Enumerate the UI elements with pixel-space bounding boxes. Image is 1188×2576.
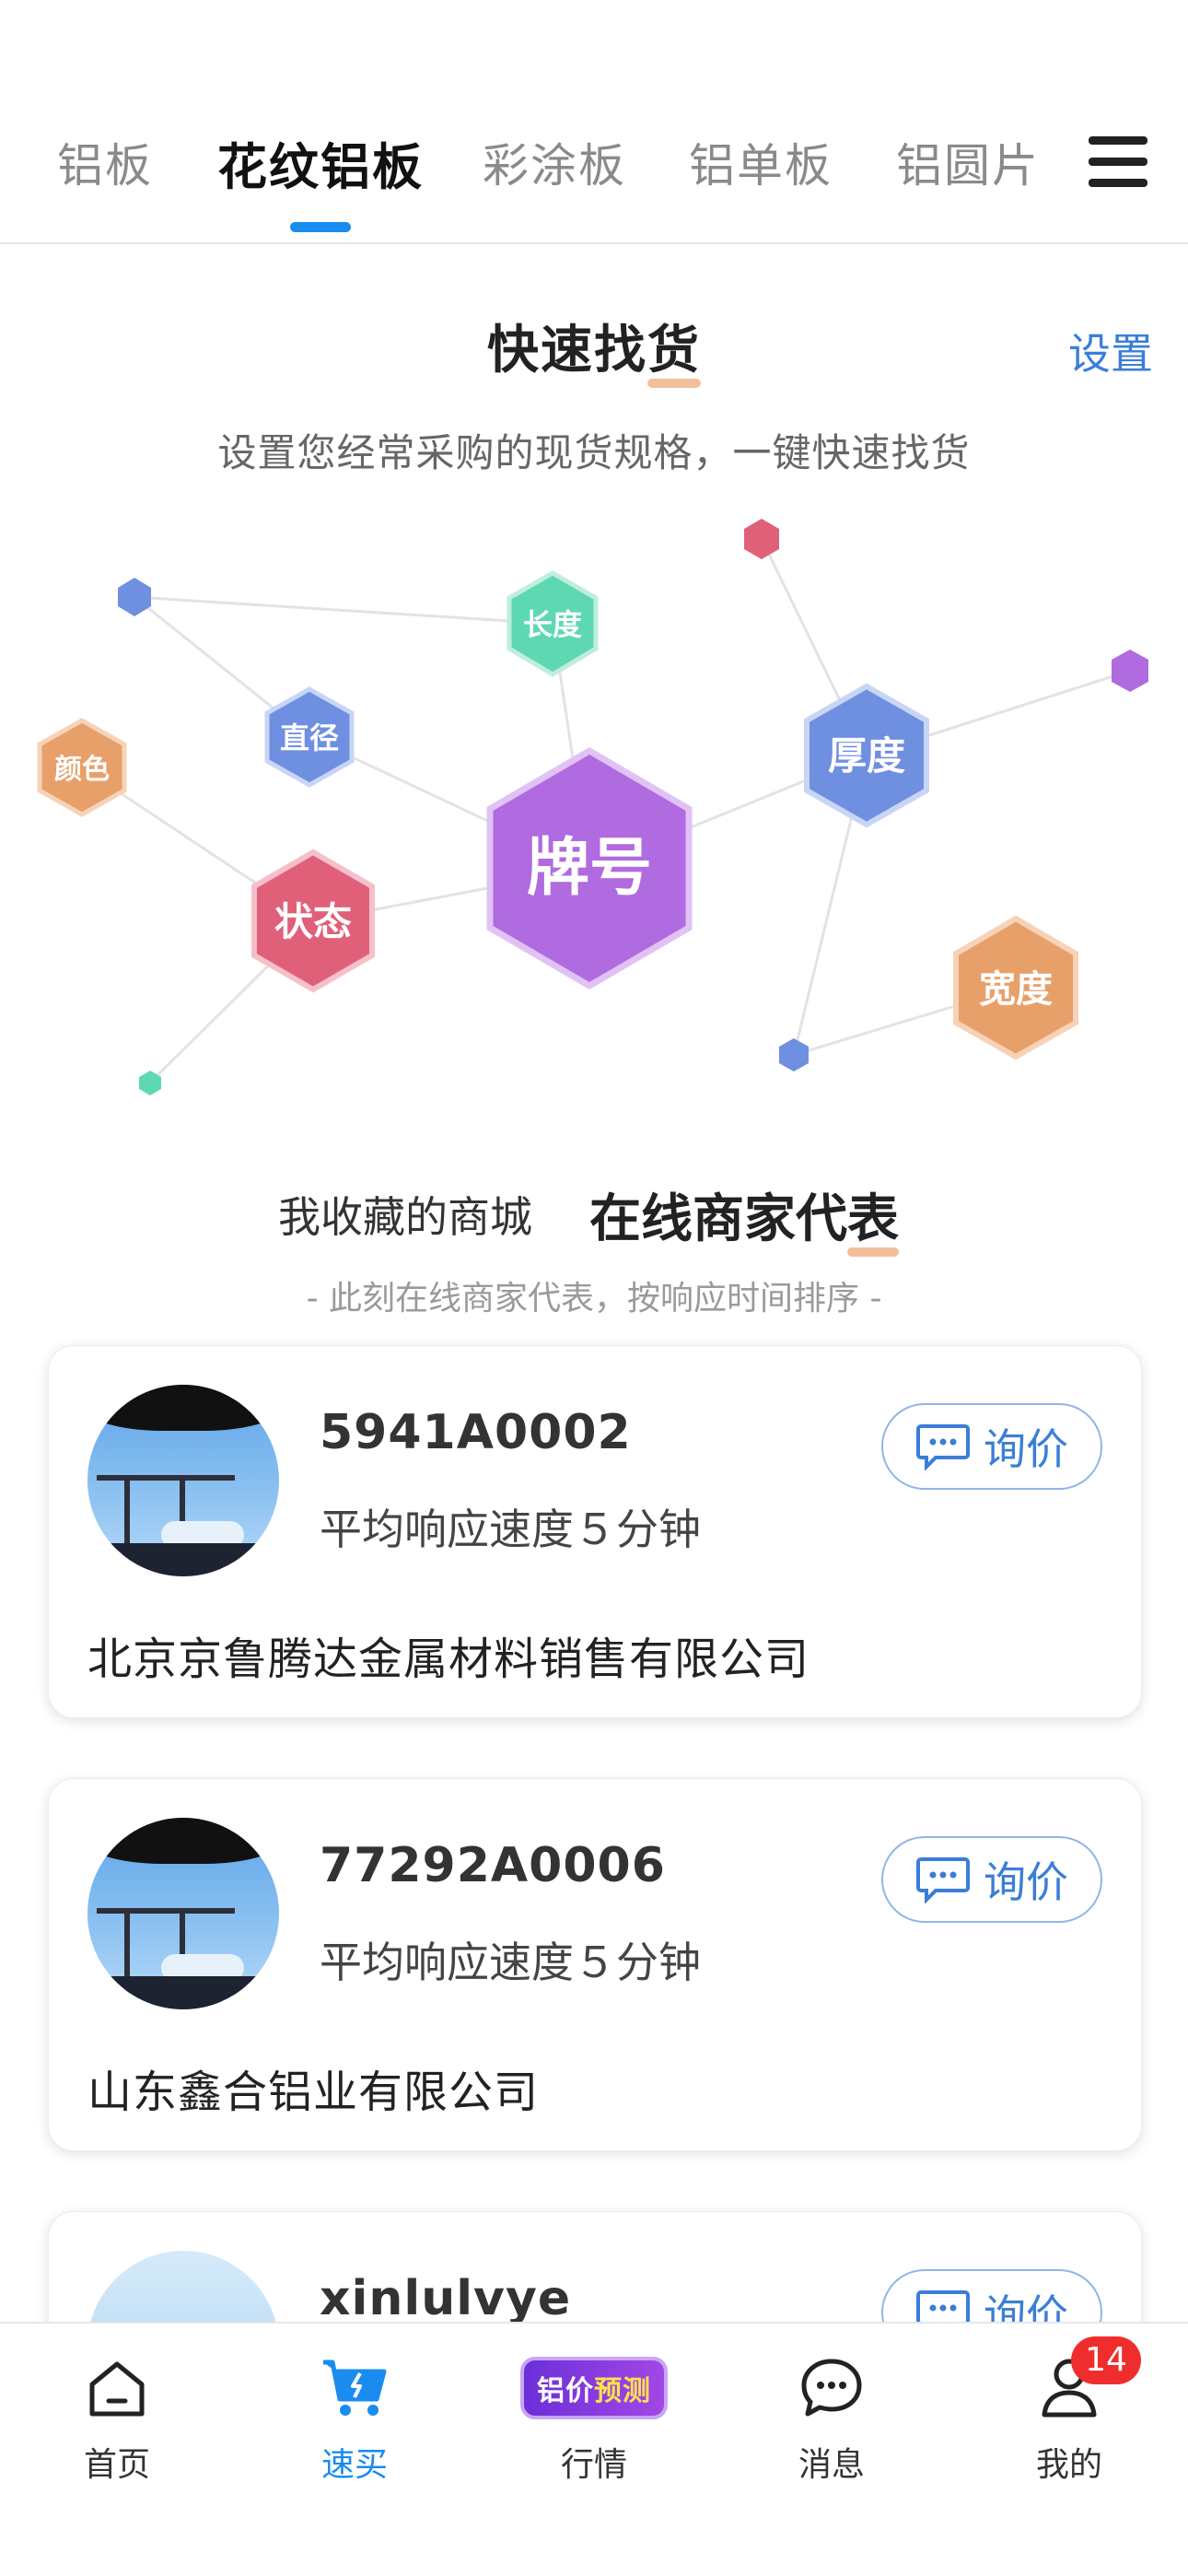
tab-aluminum-single-plate[interactable]: 铝单板 bbox=[689, 129, 833, 195]
svg-text:牌号: 牌号 bbox=[527, 832, 652, 905]
merchant-card[interactable]: 5941A0002 平均响应速度５分钟 询价 北京京鲁腾达金属材料销售有限公司 bbox=[48, 1345, 1142, 1718]
inquiry-label: 询价 bbox=[984, 1857, 1068, 1907]
price-forecast-badge: 铝价预测 bbox=[520, 2357, 668, 2419]
merchant-name: xinlulvye bbox=[320, 2271, 572, 2326]
avatar bbox=[87, 1385, 279, 1576]
svg-text:颜色: 颜色 bbox=[54, 754, 110, 786]
nav-quick-buy-label: 速买 bbox=[320, 2446, 388, 2484]
merchants-subtitle: - 此刻在线商家代表，按响应时间排序 - bbox=[306, 1280, 882, 1317]
inquiry-label: 询价 bbox=[984, 1424, 1068, 1474]
tab-patterned-aluminum-plate[interactable]: 花纹铝板 bbox=[217, 126, 424, 232]
active-tab-indicator bbox=[290, 222, 351, 232]
spec-graph[interactable]: 长度 直径 颜色 状态 牌号 厚度 宽度 bbox=[0, 502, 1188, 1129]
quick-find-title-text: 快速找 bbox=[487, 321, 647, 381]
merchant-response-speed: 平均响应速度５分钟 bbox=[320, 1505, 701, 1554]
bottom-nav: 首页 速买 铝价预测 行情 消息 14 我的 bbox=[0, 2322, 1188, 2576]
nav-quick-buy[interactable]: 速买 bbox=[262, 2342, 447, 2486]
category-tab-bar: 铝板 花纹铝板 彩涂板 铝单板 铝圆片 bbox=[0, 0, 1188, 244]
message-icon bbox=[801, 2359, 862, 2417]
merchant-name: 77292A0006 bbox=[320, 1838, 666, 1893]
nav-mine-label: 我的 bbox=[1035, 2446, 1102, 2484]
nav-mine[interactable]: 14 我的 bbox=[977, 2336, 1161, 2486]
svg-text:状态: 状态 bbox=[274, 899, 352, 944]
tab-label: 花纹铝板 bbox=[217, 138, 424, 196]
graph-dot bbox=[744, 519, 779, 559]
price-forecast-text-b: 预测 bbox=[594, 2375, 651, 2407]
spec-node-color[interactable]: 颜色 bbox=[37, 718, 127, 817]
quick-find-settings-link[interactable]: 设置 bbox=[1068, 321, 1153, 381]
category-tabs: 铝板 花纹铝板 彩涂板 铝单板 铝圆片 bbox=[0, 126, 1188, 232]
chat-bubble-icon bbox=[916, 1424, 970, 1470]
inquiry-button[interactable]: 询价 bbox=[881, 1403, 1102, 1490]
tab-aluminum-disc[interactable]: 铝圆片 bbox=[896, 129, 1040, 195]
tab-online-merchants[interactable]: 在线商家代表 bbox=[589, 1177, 899, 1252]
spec-node-thickness[interactable]: 厚度 bbox=[804, 683, 929, 828]
graph-dot bbox=[118, 578, 151, 616]
tab-aluminum-plate[interactable]: 铝板 bbox=[57, 129, 153, 195]
tab-color-coated-plate[interactable]: 彩涂板 bbox=[483, 129, 626, 195]
hamburger-menu-icon[interactable] bbox=[1089, 136, 1147, 188]
tab-favorite-malls[interactable]: 我收藏的商城 bbox=[278, 1184, 532, 1245]
spec-node-state[interactable]: 状态 bbox=[251, 849, 375, 993]
merchant-name: 5941A0002 bbox=[320, 1405, 632, 1460]
shopping-cart-icon bbox=[323, 2359, 387, 2416]
merchant-response-speed: 平均响应速度５分钟 bbox=[320, 1938, 701, 1987]
home-icon bbox=[89, 2361, 145, 2417]
notification-count-badge: 14 bbox=[1071, 2336, 1141, 2384]
nav-market[interactable]: 铝价预测 行情 bbox=[502, 2342, 686, 2486]
nav-messages[interactable]: 消息 bbox=[740, 2342, 924, 2486]
nav-home-label: 首页 bbox=[83, 2446, 150, 2484]
merchant-company: 山东鑫合铝业有限公司 bbox=[87, 2067, 540, 2118]
svg-text:厚度: 厚度 bbox=[828, 733, 905, 779]
nav-messages-label: 消息 bbox=[798, 2446, 865, 2484]
svg-text:直径: 直径 bbox=[280, 720, 339, 755]
spec-node-length[interactable]: 长度 bbox=[507, 570, 599, 677]
chat-bubble-icon bbox=[916, 1857, 970, 1903]
graph-dot bbox=[779, 1038, 809, 1071]
merchant-card[interactable]: 77292A0006 平均响应速度５分钟 询价 山东鑫合铝业有限公司 bbox=[48, 1778, 1142, 2151]
merchant-company: 北京京鲁腾达金属材料销售有限公司 bbox=[87, 1633, 810, 1685]
spec-node-width[interactable]: 宽度 bbox=[953, 915, 1078, 1060]
quick-find-title-mark: 货 bbox=[647, 321, 701, 381]
spec-node-grade[interactable]: 牌号 bbox=[486, 746, 693, 990]
online-merchants-label-mark: 表 bbox=[847, 1189, 899, 1249]
spec-node-diameter[interactable]: 直径 bbox=[264, 686, 355, 788]
svg-text:宽度: 宽度 bbox=[979, 968, 1053, 1011]
nav-home[interactable]: 首页 bbox=[25, 2342, 209, 2486]
quick-find-title: 快速找货 bbox=[0, 309, 1188, 383]
quick-find-subtitle: 设置您经常采购的现货规格，一键快速找货 bbox=[217, 430, 971, 475]
inquiry-button[interactable]: 询价 bbox=[881, 1836, 1102, 1923]
price-forecast-text-a: 铝价 bbox=[537, 2375, 594, 2407]
svg-text:长度: 长度 bbox=[523, 607, 582, 642]
nav-market-label: 行情 bbox=[560, 2446, 627, 2484]
graph-dot bbox=[1112, 650, 1148, 692]
online-merchants-label: 在线商家代 bbox=[589, 1189, 847, 1249]
avatar bbox=[87, 1818, 279, 2009]
